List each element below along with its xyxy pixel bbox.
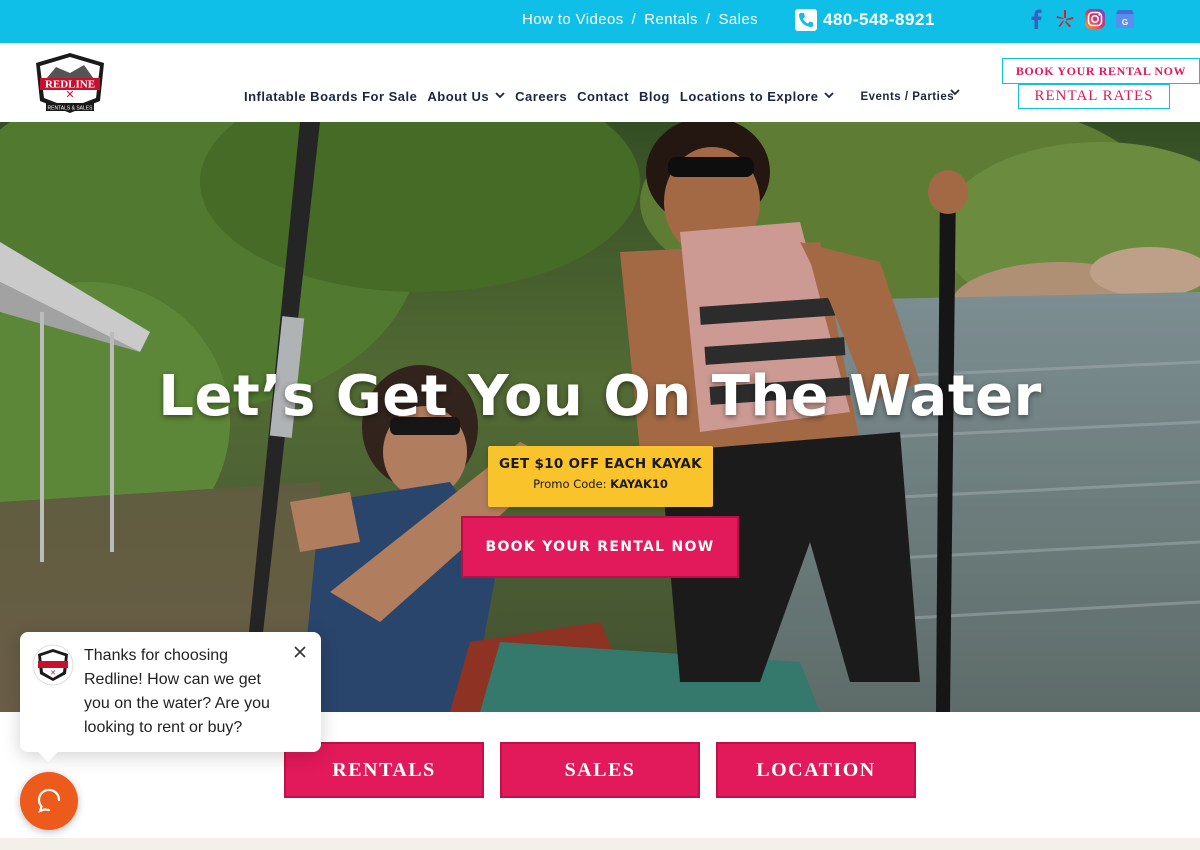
sales-top-link[interactable]: Sales bbox=[718, 11, 758, 28]
phone-link[interactable]: 480-548-8921 bbox=[795, 9, 935, 31]
section-divider bbox=[0, 838, 1200, 850]
chat-avatar: ✕ bbox=[32, 644, 74, 686]
nav-events-parties[interactable]: Events / Parties bbox=[860, 88, 960, 103]
yelp-icon[interactable] bbox=[1054, 8, 1076, 30]
svg-text:✕: ✕ bbox=[65, 89, 74, 101]
chat-message-text: Thanks for choosing Redline! How can we … bbox=[84, 647, 270, 736]
facebook-icon[interactable] bbox=[1025, 8, 1047, 30]
hero-section: Let’s Get You On The Water GET $10 OFF E… bbox=[0, 122, 1200, 712]
main-header: REDLINE ✕ RENTALS & SALES Inflatable Boa… bbox=[0, 43, 1200, 122]
rentals-top-link[interactable]: Rentals bbox=[644, 11, 698, 28]
promo-headline: GET $10 OFF EACH KAYAK bbox=[499, 456, 702, 472]
close-icon[interactable] bbox=[292, 644, 308, 660]
top-links: How to Videos / Rentals / Sales bbox=[522, 11, 758, 28]
redline-logo[interactable]: REDLINE ✕ RENTALS & SALES bbox=[32, 51, 108, 115]
google-business-icon[interactable]: G bbox=[1114, 8, 1136, 30]
chevron-down-icon bbox=[495, 91, 505, 102]
promo-code-label: Promo Code: bbox=[533, 477, 607, 491]
how-to-videos-link[interactable]: How to Videos bbox=[522, 11, 624, 28]
nav-contact[interactable]: Contact bbox=[577, 89, 629, 104]
chat-launcher-button[interactable] bbox=[20, 772, 78, 830]
main-nav: Inflatable Boards For Sale About Us Care… bbox=[244, 89, 970, 104]
hero-book-rental-button[interactable]: BOOK YOUR RENTAL NOW bbox=[461, 516, 739, 578]
nav-about-us[interactable]: About Us bbox=[427, 89, 505, 104]
separator: / bbox=[631, 11, 637, 28]
top-bar: How to Videos / Rentals / Sales 480-548-… bbox=[0, 0, 1200, 43]
promo-code-line: Promo Code: KAYAK10 bbox=[488, 477, 713, 491]
nav-inflatable-boards[interactable]: Inflatable Boards For Sale bbox=[244, 89, 417, 104]
header-book-rental-button[interactable]: BOOK YOUR RENTAL NOW bbox=[1002, 58, 1200, 84]
location-button[interactable]: LOCATION bbox=[716, 742, 916, 798]
chat-icon bbox=[37, 788, 61, 813]
separator: / bbox=[705, 11, 711, 28]
logo-subtext: RENTALS & SALES bbox=[48, 106, 94, 112]
sales-button[interactable]: SALES bbox=[500, 742, 700, 798]
nav-blog[interactable]: Blog bbox=[639, 89, 670, 104]
nav-locations[interactable]: Locations to Explore bbox=[680, 89, 835, 104]
kayak-promo-badge[interactable]: GET $10 OFF EACH KAYAK Promo Code: KAYAK… bbox=[488, 446, 713, 507]
hero-title: Let’s Get You On The Water bbox=[158, 364, 1042, 429]
chevron-down-icon bbox=[950, 88, 960, 99]
phone-number: 480-548-8921 bbox=[823, 10, 935, 29]
chevron-down-icon bbox=[824, 91, 835, 102]
chat-message-bubble[interactable]: ✕ Thanks for choosing Redline! How can w… bbox=[20, 632, 321, 762]
svg-text:G: G bbox=[1122, 18, 1128, 27]
rental-rates-button[interactable]: RENTAL RATES bbox=[1018, 84, 1170, 109]
instagram-icon[interactable] bbox=[1084, 8, 1106, 30]
phone-icon bbox=[795, 9, 817, 31]
promo-code: KAYAK10 bbox=[610, 477, 668, 491]
svg-text:✕: ✕ bbox=[50, 669, 56, 677]
nav-careers[interactable]: Careers bbox=[515, 89, 567, 104]
